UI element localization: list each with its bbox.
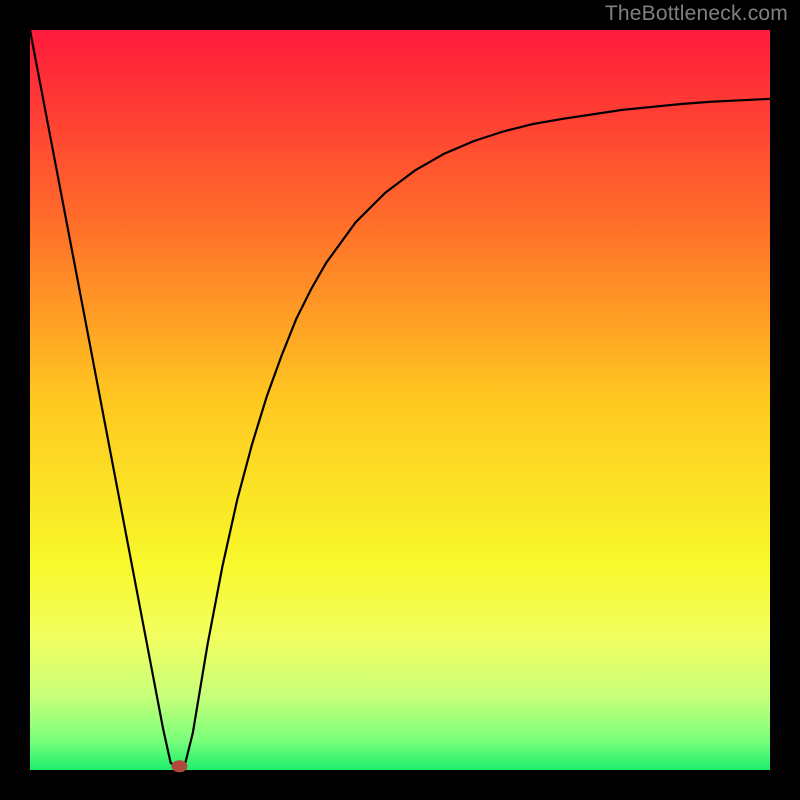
- chart-container: TheBottleneck.com: [0, 0, 800, 800]
- watermark-text: TheBottleneck.com: [605, 2, 788, 26]
- plot-background: [30, 30, 770, 770]
- optimum-marker: [171, 760, 187, 772]
- bottleneck-chart: [0, 0, 800, 800]
